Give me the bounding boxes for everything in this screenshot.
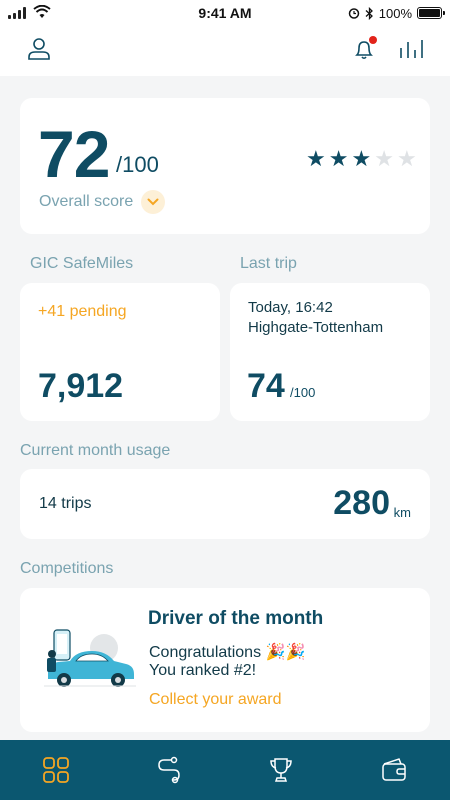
- pending-miles: +41 pending: [38, 303, 127, 320]
- trip-score-denominator: /100: [290, 385, 316, 400]
- battery-percent: 100%: [378, 5, 412, 21]
- competition-title: Driver of the month: [148, 608, 324, 629]
- dashboard-icon: [43, 757, 70, 783]
- safemiles-card[interactable]: +41 pending 7,912: [20, 283, 220, 421]
- bottom-nav: [0, 740, 450, 800]
- trip-count: 14 trips: [39, 495, 92, 512]
- trip-route: Highgate-Tottenham: [248, 319, 384, 336]
- star-icon: ★: [396, 146, 417, 171]
- bluetooth-icon: [365, 6, 373, 20]
- trip-score-value: 74: [247, 367, 285, 405]
- route-icon: [157, 756, 180, 784]
- battery-icon: [417, 7, 445, 19]
- safemiles-value: 7,912: [38, 367, 124, 405]
- last-trip-card[interactable]: Today, 16:42 Highgate-Tottenham 74 /100: [230, 283, 430, 421]
- nav-trips[interactable]: [113, 740, 226, 800]
- nav-dashboard[interactable]: [0, 740, 113, 800]
- competition-message: Congratulations 🎉🎉: [149, 644, 306, 661]
- overall-score-denominator: /100: [116, 152, 159, 177]
- notifications-button[interactable]: [351, 36, 377, 62]
- safemiles-section-label: GIC SafeMiles: [30, 255, 134, 272]
- competition-rank: You ranked #2!: [149, 662, 257, 679]
- expand-score-button[interactable]: [141, 190, 165, 214]
- competitions-section-label: Competitions: [20, 560, 114, 577]
- trip-date: Today, 16:42: [248, 299, 333, 316]
- competition-card[interactable]: Driver of the month Congratulations 🎉🎉 Y…: [20, 588, 430, 732]
- star-rating: ★ ★ ★ ★ ★: [306, 148, 417, 170]
- star-icon: ★: [306, 146, 326, 171]
- nav-wallet[interactable]: [338, 740, 450, 800]
- star-icon: ★: [351, 146, 372, 171]
- star-icon: ★: [328, 146, 349, 171]
- status-bar: 9:41 AM 100%: [0, 0, 450, 26]
- trophy-icon: [270, 758, 293, 782]
- overall-score-card[interactable]: 72 /100 ★ ★ ★ ★ ★ Overall score: [20, 98, 430, 234]
- notification-dot: [369, 36, 377, 44]
- distance-value: 280: [333, 484, 390, 522]
- stats-icon[interactable]: [398, 36, 426, 62]
- last-trip-section-label: Last trip: [240, 255, 297, 272]
- collect-award-link[interactable]: Collect your award: [149, 691, 282, 709]
- nav-competitions[interactable]: [225, 740, 338, 800]
- usage-card[interactable]: 14 trips 280 km: [20, 469, 430, 539]
- alarm-icon: [348, 8, 359, 19]
- usage-section-label: Current month usage: [20, 442, 171, 459]
- overall-score-value: 72: [38, 117, 110, 191]
- car-illustration-icon: [44, 629, 136, 687]
- star-icon: ★: [374, 146, 394, 171]
- app-header: [0, 26, 450, 76]
- user-icon[interactable]: [26, 36, 52, 62]
- overall-score-label: Overall score: [39, 193, 134, 210]
- distance-unit: km: [393, 505, 411, 520]
- wallet-icon: [382, 758, 406, 781]
- chevron-down-icon: [147, 198, 159, 206]
